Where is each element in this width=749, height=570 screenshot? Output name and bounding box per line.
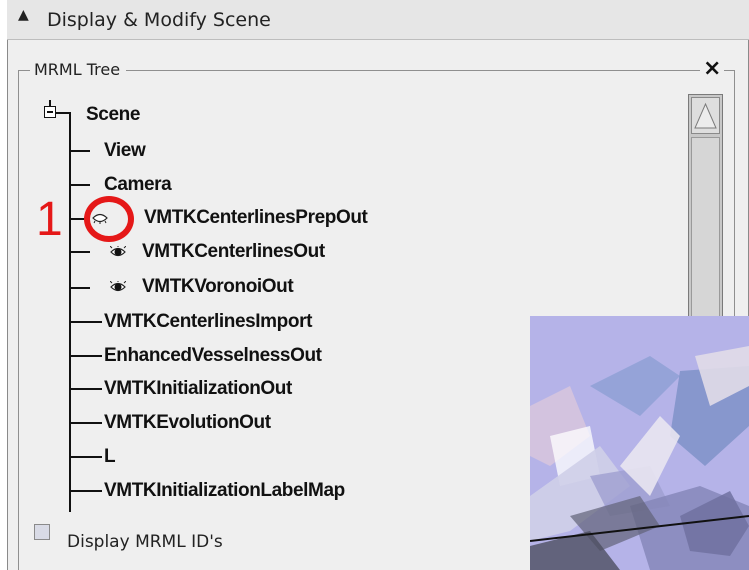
tree-branch	[70, 287, 90, 289]
tree-connector-line	[69, 112, 71, 512]
tree-node-vmtk-centerlines-out[interactable]: VMTKCenterlinesOut	[142, 241, 325, 263]
display-mrml-ids-checkbox[interactable]	[34, 524, 50, 540]
tree-node-vmtk-centerlines-prep-out[interactable]: VMTKCenterlinesPrepOut	[144, 207, 368, 229]
tree-branch	[70, 422, 102, 424]
annotation-circle	[84, 196, 134, 242]
tree-node-l[interactable]: L	[104, 446, 116, 468]
tree-node-scene[interactable]: Scene	[86, 104, 140, 126]
tree-connector-line	[56, 112, 70, 114]
tree-node-camera[interactable]: Camera	[104, 174, 172, 196]
triangle-up-icon	[694, 102, 717, 129]
tree-branch	[70, 456, 102, 458]
eye-open-icon[interactable]	[110, 281, 126, 293]
annotation-number: 1	[36, 193, 63, 246]
tree-branch	[70, 490, 102, 492]
3d-viewer-thumbnail	[530, 316, 749, 570]
tree-branch	[70, 388, 102, 390]
vessel-rendering-image	[530, 316, 749, 570]
tree-node-enhanced-vesselness-out[interactable]: EnhancedVesselnessOut	[104, 345, 322, 367]
tree-branch	[70, 184, 90, 186]
tree-branch	[70, 321, 102, 323]
eye-open-icon[interactable]	[110, 246, 126, 258]
tree-node-vmtk-initialization-label-map[interactable]: VMTKInitializationLabelMap	[104, 480, 345, 502]
tree-node-vmtk-evolution-out[interactable]: VMTKEvolutionOut	[104, 412, 271, 434]
tree-branch	[70, 251, 90, 253]
tree-node-vmtk-initialization-out[interactable]: VMTKInitializationOut	[104, 378, 292, 400]
display-mrml-ids-label: Display MRML ID's	[67, 532, 223, 552]
tree-node-vmtk-voronoi-out[interactable]: VMTKVoronoiOut	[142, 276, 294, 298]
scroll-up-button[interactable]	[691, 97, 720, 134]
collapse-toggle-icon[interactable]	[44, 106, 56, 118]
close-button[interactable]: ×	[700, 58, 725, 80]
tree-branch	[70, 355, 102, 357]
tree-branch	[70, 150, 90, 152]
tree-node-vmtk-centerlines-import[interactable]: VMTKCenterlinesImport	[104, 311, 312, 333]
tree-node-view[interactable]: View	[104, 140, 146, 162]
